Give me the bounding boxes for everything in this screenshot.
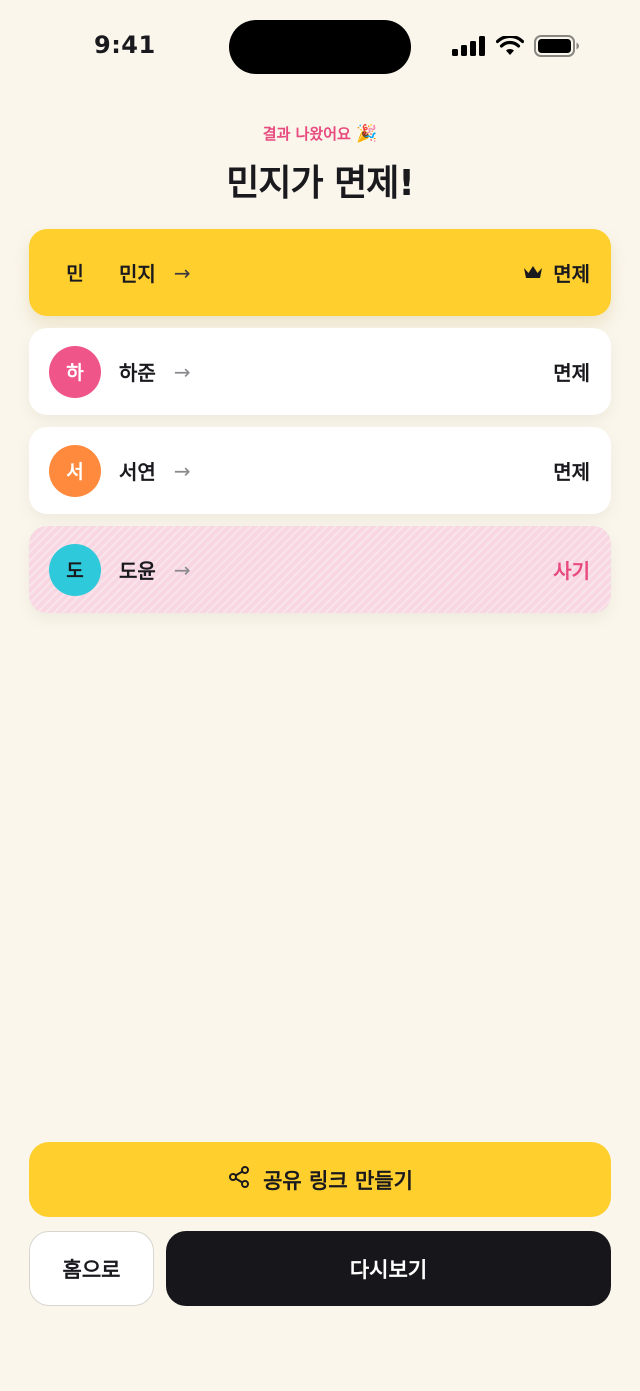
- share-button-label: 공유 링크 만들기: [263, 1168, 413, 1193]
- dynamic-island: [229, 20, 411, 74]
- result-row-seoyeon[interactable]: 서 서연 → 면제: [29, 427, 611, 514]
- home-button[interactable]: 홈으로: [29, 1231, 154, 1306]
- avatar: 민: [49, 246, 101, 299]
- result-row-hajun[interactable]: 하 하준 → 면제: [29, 328, 611, 415]
- result-subtitle: 결과 나왔어요 🎉: [0, 123, 640, 144]
- avatar: 하: [49, 345, 101, 398]
- share-icon: [227, 1165, 251, 1194]
- result-row-minji[interactable]: 민 민지 → 면제: [29, 229, 611, 316]
- status-icons: [452, 35, 580, 57]
- avatar: 서: [49, 444, 101, 497]
- share-link-button[interactable]: 공유 링크 만들기: [29, 1142, 611, 1217]
- verdict-label: 면제: [553, 361, 590, 385]
- crown-icon: [523, 261, 543, 285]
- arrow-right-icon: →: [173, 260, 191, 285]
- verdict-label: 면제: [553, 262, 590, 286]
- party-popper-icon: 🎉: [356, 124, 378, 144]
- subtitle-text: 결과 나왔어요: [262, 125, 351, 143]
- player-name: 서연: [119, 460, 156, 484]
- avatar: 도: [49, 543, 101, 596]
- page-title: 민지가 면제!: [226, 163, 415, 204]
- status-bar: 9:41: [0, 0, 640, 96]
- verdict: 면제: [523, 258, 590, 287]
- wifi-icon: [496, 36, 524, 56]
- player-name: 하준: [119, 361, 156, 385]
- result-list: 민 민지 → 면제 하 하준 → 면제 서 서연 → 면제 도 도윤 → 사기: [29, 229, 611, 625]
- player-name: 도윤: [119, 559, 156, 583]
- arrow-right-icon: →: [173, 557, 191, 582]
- arrow-right-icon: →: [173, 458, 191, 483]
- battery-icon: [534, 35, 580, 57]
- status-time: 9:41: [94, 31, 156, 59]
- player-name: 민지: [119, 262, 156, 286]
- verdict-label: 사기: [553, 559, 590, 583]
- cellular-signal-icon: [452, 36, 486, 56]
- replay-button[interactable]: 다시보기: [166, 1231, 611, 1306]
- arrow-right-icon: →: [173, 359, 191, 384]
- result-row-doyun[interactable]: 도 도윤 → 사기: [29, 526, 611, 613]
- verdict-label: 면제: [553, 460, 590, 484]
